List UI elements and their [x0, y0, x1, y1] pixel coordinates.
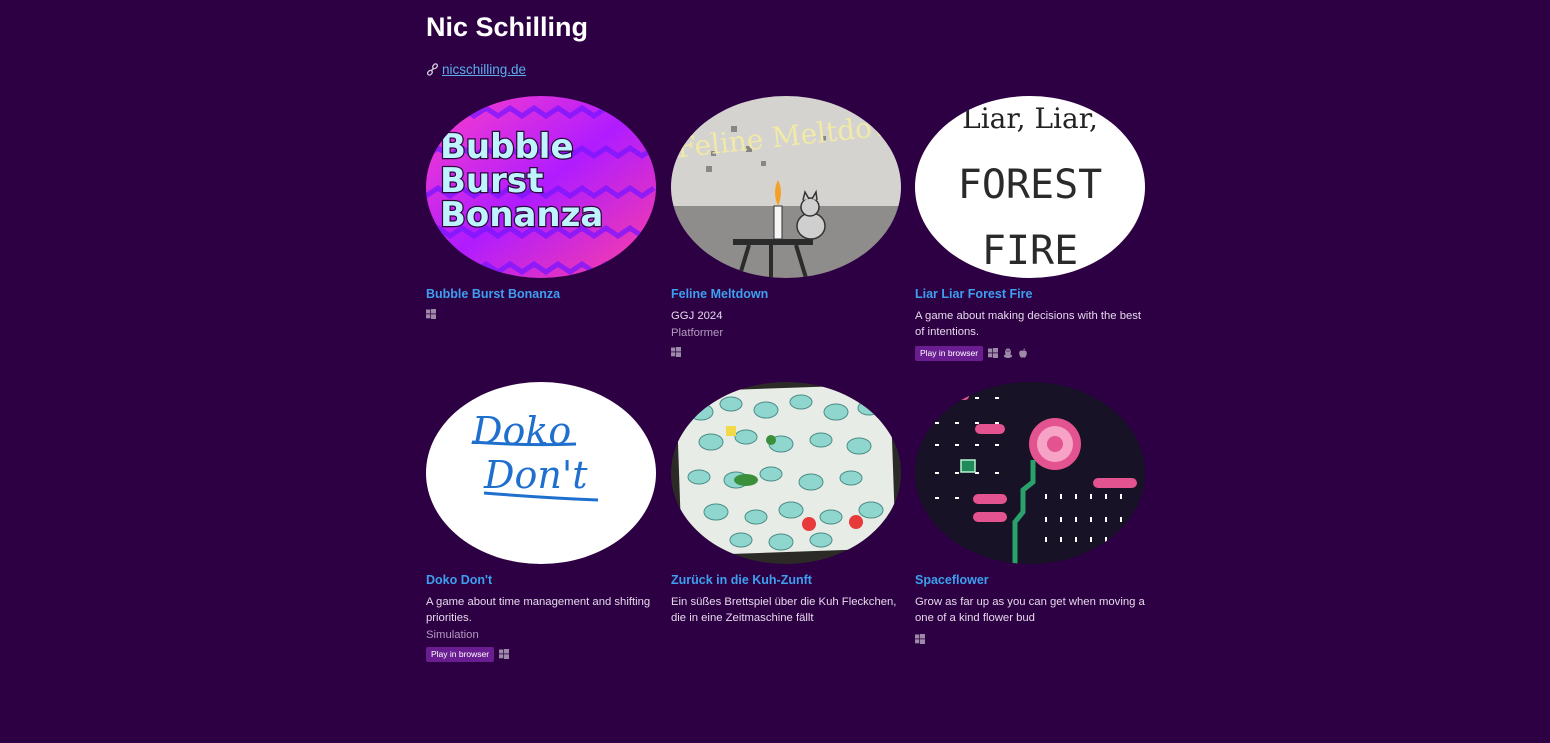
thumb-text: Bonanza	[440, 195, 603, 235]
game-card: Zurück in die Kuh-Zunft Ein süßes Bretts…	[671, 382, 903, 626]
game-title[interactable]: Zurück in die Kuh-Zunft	[671, 573, 903, 587]
game-card: Doko Don't Doko Don't A game about time …	[426, 382, 658, 662]
thumb-text: FOREST	[958, 162, 1103, 208]
game-description: A game about time management and shiftin…	[426, 596, 651, 624]
game-genre: Platformer	[671, 327, 724, 339]
windows-icon	[426, 309, 436, 319]
linux-icon	[1003, 348, 1013, 358]
game-card: Feline Meltdown Feline Meltdown GGJ 2024…	[671, 96, 903, 359]
game-thumbnail[interactable]: Bubble Burst Bonanza	[426, 96, 656, 278]
game-title[interactable]: Doko Don't	[426, 573, 658, 587]
platform-list: Play in browser	[915, 345, 1147, 361]
game-title[interactable]: Spaceflower	[915, 573, 1147, 587]
page-title: Nic Schilling	[426, 12, 589, 42]
windows-icon	[499, 649, 510, 659]
game-thumbnail[interactable]: Feline Meltdown	[671, 96, 901, 278]
website-link-row: nicschilling.de	[426, 62, 526, 77]
thumb-text: Liar, Liar,	[962, 102, 1098, 135]
game-thumbnail[interactable]	[671, 382, 901, 564]
game-description: GGJ 2024	[671, 310, 723, 322]
thumb-text: FIRE	[982, 228, 1078, 274]
apple-icon	[1018, 348, 1028, 358]
windows-icon	[671, 347, 681, 357]
windows-icon	[988, 348, 999, 358]
game-thumbnail[interactable]	[915, 382, 1145, 564]
game-title[interactable]: Feline Meltdown	[671, 287, 903, 301]
windows-icon	[915, 634, 925, 644]
game-description: A game about making decisions with the b…	[915, 310, 1142, 338]
platform-list	[915, 632, 1147, 646]
platform-list	[426, 307, 658, 321]
game-title[interactable]: Liar Liar Forest Fire	[915, 287, 1147, 301]
game-thumbnail[interactable]: Liar, Liar, FOREST FIRE	[915, 96, 1145, 278]
game-title[interactable]: Bubble Burst Bonanza	[426, 287, 658, 301]
game-description: Ein süßes Brettspiel über die Kuh Fleckc…	[671, 596, 897, 624]
game-card: Liar, Liar, FOREST FIRE Liar Liar Forest…	[915, 96, 1147, 361]
game-description: Grow as far up as you can get when movin…	[915, 596, 1145, 624]
game-card: Bubble Burst Bonanza Bubble Burst Bonanz…	[426, 96, 658, 321]
thumb-text: Don't	[483, 453, 588, 497]
website-link[interactable]: nicschilling.de	[442, 62, 526, 77]
game-card: Spaceflower Grow as far up as you can ge…	[915, 382, 1147, 646]
game-genre: Simulation	[426, 629, 479, 641]
play-in-browser-badge[interactable]: Play in browser	[426, 646, 495, 662]
platform-list	[671, 345, 903, 359]
thumb-text: Doko	[471, 409, 571, 453]
platform-list: Play in browser	[426, 646, 658, 662]
play-in-browser-badge[interactable]: Play in browser	[915, 345, 984, 361]
link-icon	[426, 63, 439, 76]
game-thumbnail[interactable]: Doko Don't	[426, 382, 656, 564]
